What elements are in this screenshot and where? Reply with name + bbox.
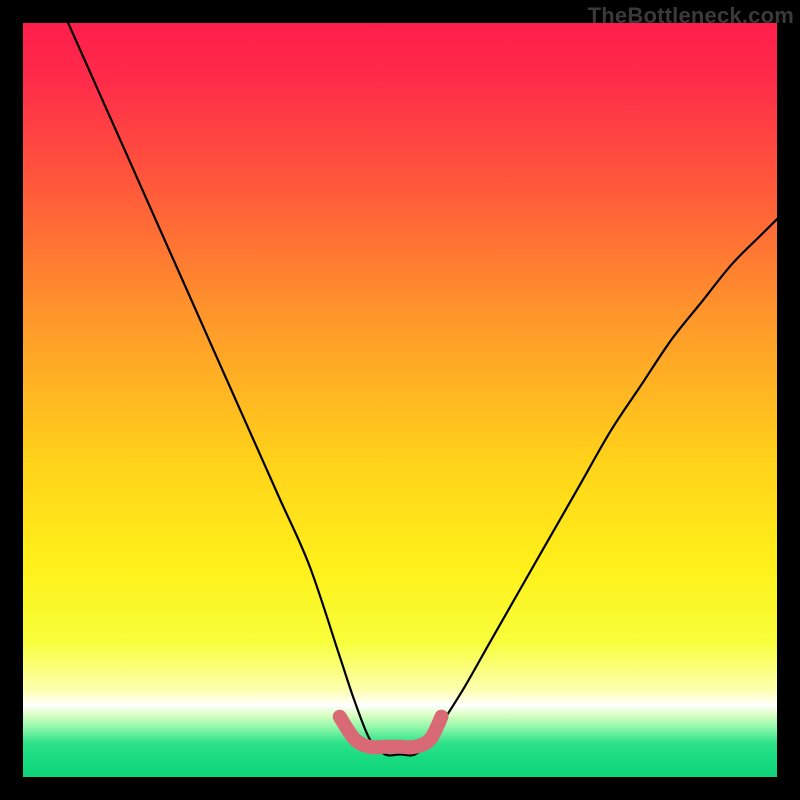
chart-stage: TheBottleneck.com (0, 0, 800, 800)
valley-bump (340, 717, 442, 748)
watermark-text: TheBottleneck.com (588, 3, 794, 29)
chart-plot-area (23, 23, 777, 777)
chart-curve-layer (23, 23, 777, 777)
bottleneck-curve (68, 23, 777, 756)
